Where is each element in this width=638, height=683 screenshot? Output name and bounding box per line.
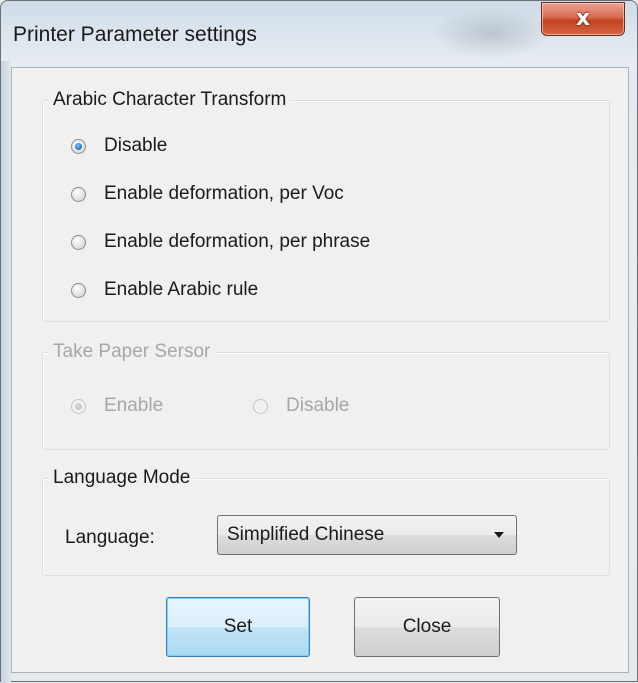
window-title: Printer Parameter settings [13, 23, 257, 46]
radio-enable-arabic-rule[interactable]: Enable Arabic rule [71, 279, 258, 301]
window-close-button[interactable]: x [541, 2, 625, 36]
paper-sensor-group: Take Paper Sersor Enable Disable [42, 340, 610, 450]
radio-paper-sensor-disable[interactable]: Disable [253, 395, 349, 417]
printer-parameter-settings-dialog: Printer Parameter settings x Arabic Char… [0, 0, 638, 683]
radio-paper-sensor-enable[interactable]: Enable [71, 395, 163, 417]
radio-indicator [71, 398, 86, 414]
radio-label: Enable deformation, per Voc [104, 183, 344, 204]
radio-label: Enable deformation, per phrase [104, 231, 371, 252]
language-mode-group: Language Mode Language: Simplified Chine… [42, 466, 610, 576]
radio-indicator [253, 398, 268, 414]
radio-label: Disable [104, 135, 168, 156]
radio-enable-deformation-per-voc[interactable]: Enable deformation, per Voc [71, 183, 344, 205]
close-button[interactable]: Close [354, 597, 500, 657]
dialog-client-area: Arabic Character Transform Disable Enabl… [11, 67, 629, 673]
radio-label: Disable [286, 395, 350, 416]
arabic-transform-group: Arabic Character Transform Disable Enabl… [42, 88, 610, 322]
language-select[interactable]: Simplified Chinese [217, 515, 517, 555]
language-mode-legend: Language Mode [49, 466, 195, 490]
paper-sensor-legend: Take Paper Sersor [49, 340, 215, 364]
set-button[interactable]: Set [166, 597, 310, 657]
radio-label: Enable Arabic rule [104, 279, 259, 300]
radio-arabic-disable[interactable]: Disable [71, 135, 167, 157]
radio-indicator [71, 234, 86, 250]
close-icon: x [575, 6, 591, 31]
title-bar[interactable]: Printer Parameter settings x [1, 1, 637, 71]
radio-label: Enable [104, 395, 164, 416]
arabic-transform-legend: Arabic Character Transform [49, 88, 291, 112]
language-select-value: Simplified Chinese [227, 524, 385, 545]
language-label: Language: [65, 527, 155, 548]
window-frame-left [1, 61, 11, 683]
radio-indicator [71, 186, 86, 202]
title-bar-glare [431, 7, 551, 59]
radio-enable-deformation-per-phrase[interactable]: Enable deformation, per phrase [71, 231, 370, 253]
radio-indicator [71, 282, 86, 298]
radio-indicator [71, 138, 86, 154]
chevron-down-icon [494, 532, 504, 538]
